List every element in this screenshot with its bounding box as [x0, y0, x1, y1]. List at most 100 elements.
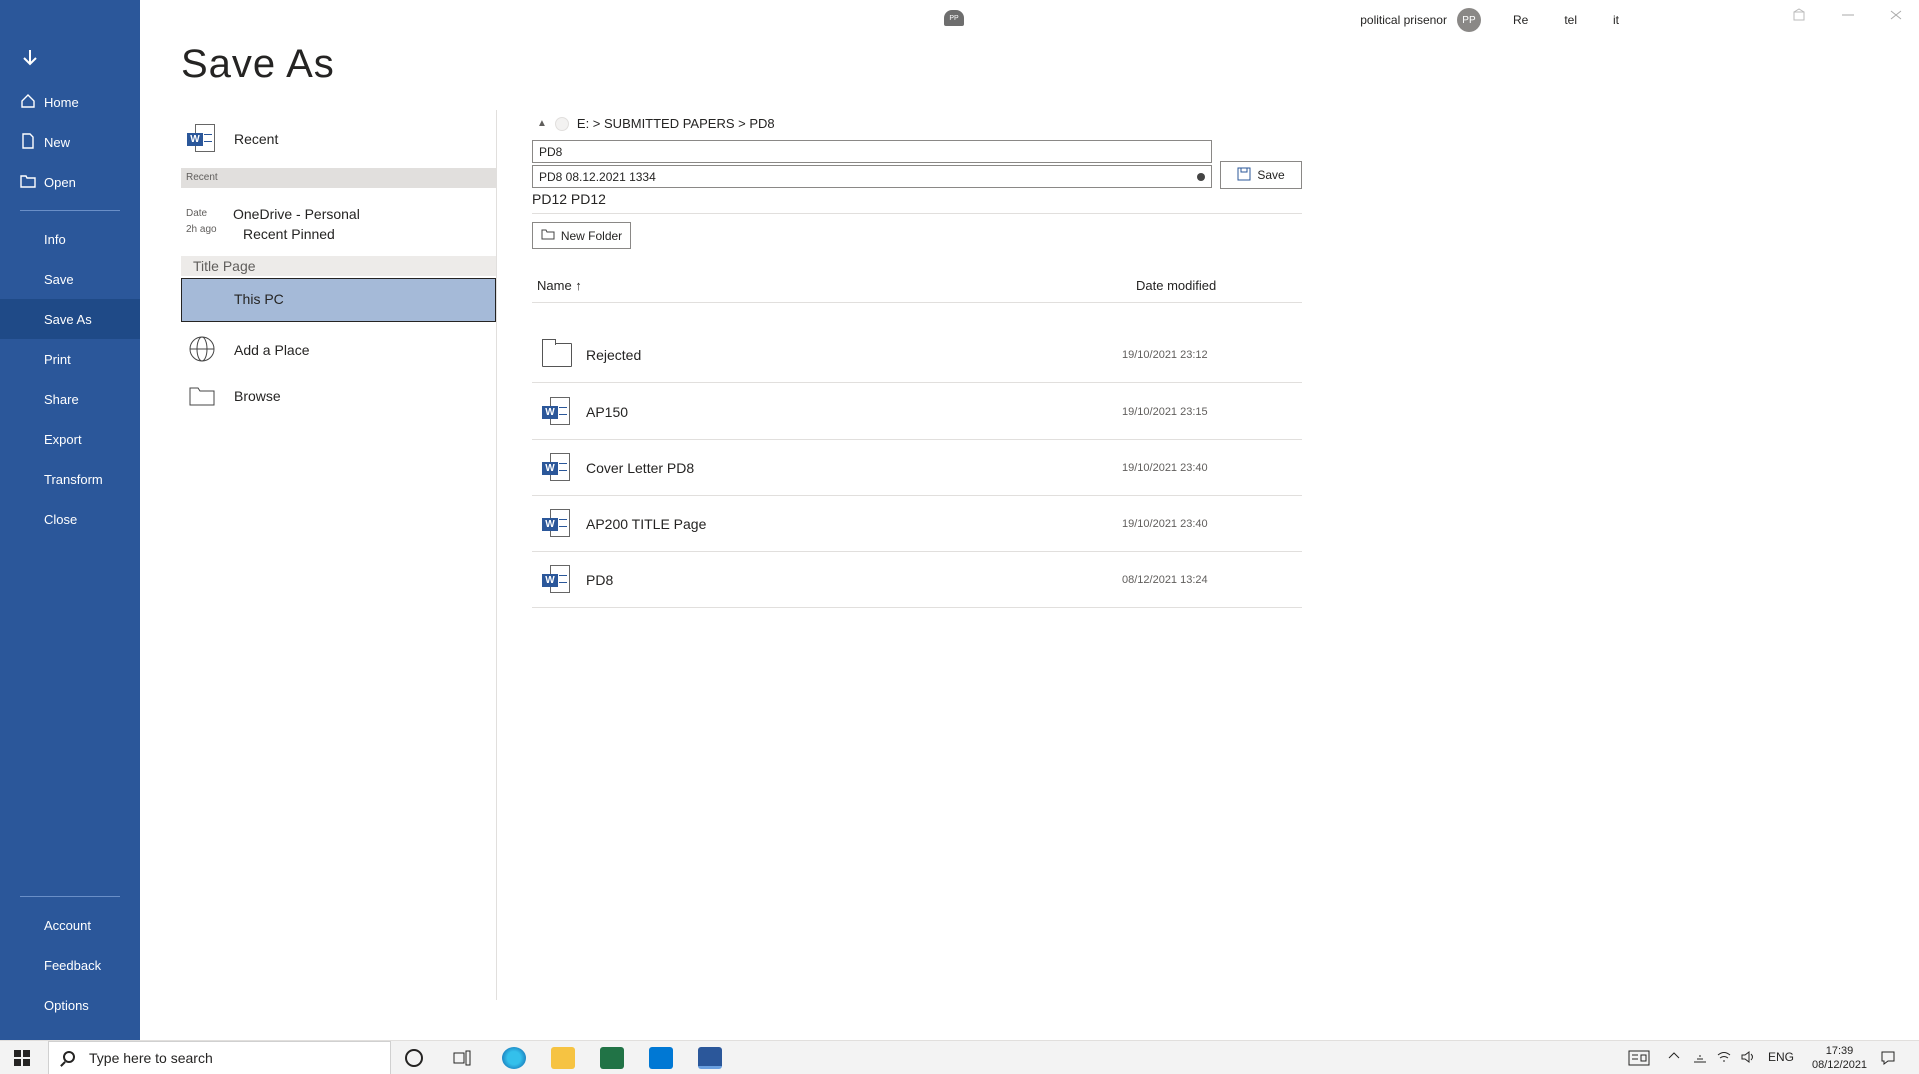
up-folder-icon[interactable]: ▲	[537, 118, 547, 129]
save-disk-icon	[1237, 167, 1251, 184]
location-recent-pinned[interactable]: Recent Pinned	[181, 226, 496, 246]
windows-start-icon[interactable]	[14, 1050, 30, 1066]
location-this-pc-label: This PC	[234, 291, 284, 307]
nav-info[interactable]: Info	[0, 219, 140, 259]
new-folder-button[interactable]: New Folder	[532, 222, 631, 249]
folder-name-field[interactable]: PD8	[532, 140, 1212, 163]
new-document-icon	[20, 133, 36, 149]
notifications-icon[interactable]	[1880, 1050, 1896, 1069]
coauthor-badge[interactable]: PP	[944, 10, 964, 26]
filename-value: PD8 08.12.2021 1334	[539, 170, 656, 184]
nav-home[interactable]: Home	[0, 82, 140, 122]
news-widget-icon[interactable]	[1628, 1050, 1650, 1069]
breadcrumb-path[interactable]: E: > SUBMITTED PAPERS > PD8	[577, 116, 775, 131]
nav-open-label: Open	[44, 174, 76, 190]
divider	[532, 302, 1302, 303]
outlook-icon[interactable]	[649, 1047, 673, 1069]
avatar[interactable]: PP	[1456, 8, 1481, 32]
file-row[interactable]: W AP150 19/10/2021 23:15	[532, 384, 1302, 440]
file-date: 19/10/2021 23:40	[1122, 462, 1208, 474]
ribbon-display-icon[interactable]	[1792, 8, 1806, 25]
nav-export[interactable]: Export	[0, 419, 140, 459]
new-folder-label: New Folder	[560, 228, 623, 243]
home-icon	[20, 93, 36, 109]
file-date: 19/10/2021 23:40	[1122, 518, 1208, 530]
column-header-name[interactable]: Name ↑	[537, 278, 582, 293]
save-button-label: Save	[1257, 168, 1285, 182]
nav-save-as[interactable]: Save As	[0, 299, 140, 339]
page-title: Save As	[181, 42, 335, 86]
nav-save[interactable]: Save	[0, 259, 140, 299]
location-browse[interactable]: Browse	[181, 380, 496, 410]
word-taskbar-icon[interactable]	[698, 1047, 722, 1069]
network-icon[interactable]	[1692, 1050, 1708, 1067]
wifi-icon[interactable]	[1716, 1050, 1732, 1067]
file-row[interactable]: W AP200 TITLE Page 19/10/2021 23:40	[532, 496, 1302, 552]
task-view-icon[interactable]	[452, 1049, 472, 1067]
location-add-place[interactable]: Add a Place	[181, 334, 496, 364]
close-window-icon[interactable]	[1888, 8, 1904, 25]
file-name: PD8	[586, 572, 614, 588]
nav-transform[interactable]: Transform	[0, 459, 140, 499]
refresh-icon[interactable]	[554, 116, 569, 131]
location-onedrive[interactable]: OneDrive - Personal	[181, 206, 496, 226]
taskbar-clock[interactable]: 17:39 08/12/2021	[1812, 1044, 1867, 1072]
excel-icon[interactable]	[600, 1047, 624, 1069]
browse-folder-icon	[187, 380, 217, 413]
clock-time: 17:39	[1825, 1045, 1854, 1057]
nav-close[interactable]: Close	[0, 499, 140, 539]
location-recent[interactable]: W Recent	[181, 124, 496, 152]
edge-icon[interactable]	[502, 1047, 526, 1069]
user-name: political prisenor	[1360, 13, 1447, 27]
file-row[interactable]: W PD8 08/12/2021 13:24	[532, 552, 1302, 608]
location-onedrive-label: OneDrive - Personal	[233, 206, 360, 222]
divider	[532, 213, 1302, 214]
taskbar: Type here to search ENG 17:39 08/12/2021	[0, 1040, 1919, 1074]
taskbar-search-input[interactable]: Type here to search	[48, 1041, 391, 1074]
word-file-icon: W	[542, 509, 572, 539]
nav-feedback[interactable]: Feedback	[0, 945, 140, 985]
nav-share[interactable]: Share	[0, 379, 140, 419]
new-folder-icon	[541, 228, 555, 243]
header-icon-it[interactable]: it	[1613, 13, 1619, 27]
language-indicator[interactable]: ENG	[1768, 1050, 1794, 1064]
save-button[interactable]: Save	[1220, 161, 1302, 189]
filename-field[interactable]: PD8 08.12.2021 1334	[532, 165, 1212, 188]
minimize-icon[interactable]	[1840, 8, 1856, 25]
nav-open[interactable]: Open	[0, 162, 140, 202]
file-explorer-icon[interactable]	[551, 1047, 575, 1069]
word-file-icon: W	[542, 453, 572, 483]
nav-print-label: Print	[44, 351, 71, 367]
chevron-up-icon[interactable]	[1668, 1050, 1680, 1065]
clock-date: 08/12/2021	[1812, 1059, 1868, 1071]
nav-print[interactable]: Print	[0, 339, 140, 379]
nav-feedback-label: Feedback	[44, 957, 102, 973]
nav-save-as-label: Save As	[44, 311, 92, 327]
title-page-row[interactable]: Title Page	[181, 256, 496, 276]
word-file-icon: W	[542, 397, 572, 427]
column-header-date[interactable]: Date modified	[1136, 278, 1216, 293]
nav-options-label: Options	[44, 997, 89, 1013]
nav-options[interactable]: Options	[0, 985, 140, 1025]
nav-new[interactable]: New	[0, 122, 140, 162]
nav-home-label: Home	[44, 94, 79, 110]
header-icon-tel[interactable]: tel	[1564, 13, 1577, 27]
file-row[interactable]: W Cover Letter PD8 19/10/2021 23:40	[532, 440, 1302, 496]
spinner-icon	[1197, 173, 1205, 181]
search-icon	[63, 1051, 75, 1063]
word-file-icon: W	[542, 565, 572, 595]
file-name: Rejected	[586, 347, 642, 363]
nav-separator	[20, 210, 120, 211]
account-area[interactable]: political prisenor PP Re tel it	[1360, 8, 1619, 32]
nav-new-label: New	[44, 134, 71, 150]
file-name: Cover Letter PD8	[586, 460, 695, 476]
back-arrow-icon[interactable]	[18, 46, 42, 70]
cortana-icon[interactable]	[405, 1049, 423, 1067]
location-this-pc[interactable]: This PC	[181, 278, 496, 322]
file-format-label[interactable]: PD12 PD12	[532, 191, 606, 207]
file-row[interactable]: Rejected 19/10/2021 23:12	[532, 327, 1302, 383]
volume-icon[interactable]	[1740, 1050, 1756, 1067]
nav-account[interactable]: Account	[0, 905, 140, 945]
file-date: 19/10/2021 23:12	[1122, 349, 1208, 361]
header-icon-re[interactable]: Re	[1513, 13, 1528, 27]
